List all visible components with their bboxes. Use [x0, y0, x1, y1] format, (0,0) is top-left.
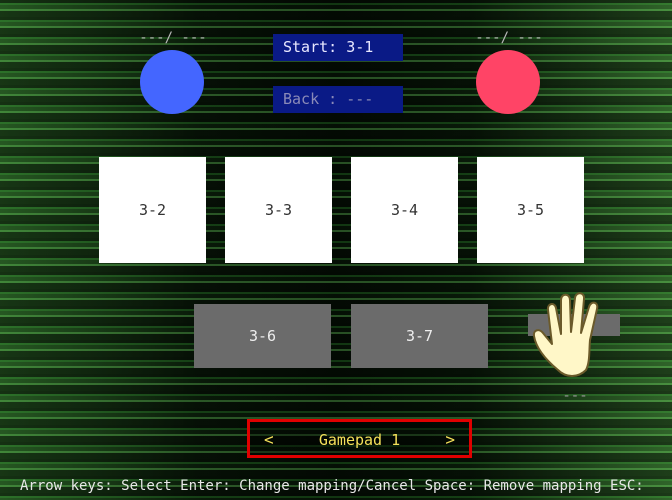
right-player-circle	[476, 50, 540, 114]
hand-cursor-icon	[532, 292, 599, 377]
mapping-tile-3-4[interactable]: 3-4	[351, 157, 458, 263]
next-device-arrow-icon[interactable]: >	[445, 430, 455, 449]
left-player-score: ---/ ---	[139, 30, 207, 46]
mapping-tile-3-2[interactable]: 3-2	[99, 157, 206, 263]
left-player-circle	[140, 50, 204, 114]
back-mapping[interactable]: Back : ---	[273, 86, 403, 113]
device-selector-label: Gamepad 1	[318, 431, 401, 449]
right-player-score: ---/ ---	[475, 30, 543, 46]
mapping-tile-3-7[interactable]: 3-7	[351, 304, 488, 368]
mapping-tile-3-6[interactable]: 3-6	[194, 304, 331, 368]
mapping-tile-3-5[interactable]: 3-5	[477, 157, 584, 263]
mapping-tile-3-3[interactable]: 3-3	[225, 157, 332, 263]
start-mapping[interactable]: Start: 3-1	[273, 34, 403, 61]
extra-slot-dashes: ---	[562, 388, 588, 404]
footer-hint: Arrow keys: Select Enter: Change mapping…	[20, 478, 644, 494]
device-selector[interactable]: < Gamepad 1 >	[247, 419, 472, 458]
